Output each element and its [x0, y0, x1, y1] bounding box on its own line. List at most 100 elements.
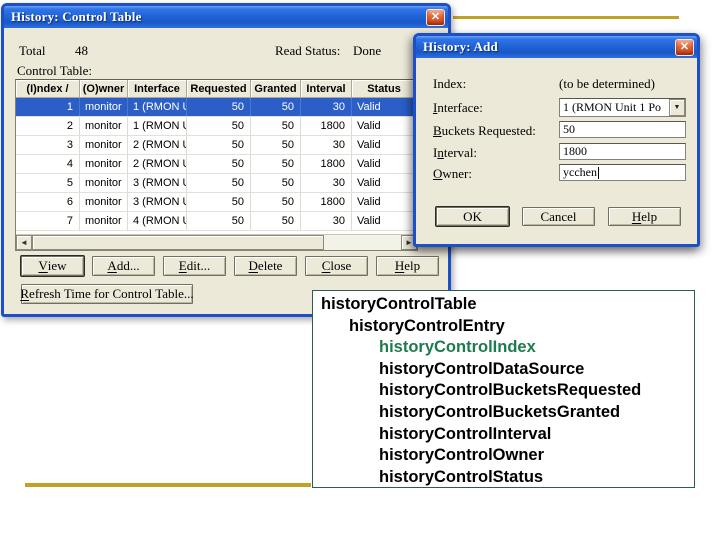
cell-status: Valid	[352, 212, 417, 230]
index-value: (to be determined)	[559, 76, 656, 91]
cell-index: 6	[16, 193, 80, 211]
cell-index: 4	[16, 155, 80, 173]
cell-index: 1	[16, 98, 80, 116]
cell-status: Valid	[352, 98, 417, 116]
cell-interval: 30	[301, 98, 352, 116]
cell-index: 3	[16, 136, 80, 154]
cell-owner: monitor	[80, 174, 128, 192]
cell-status: Valid	[352, 174, 417, 192]
buckets-requested-input[interactable]: 50	[559, 121, 686, 138]
cell-interval: 1800	[301, 117, 352, 135]
cell-requested: 50	[187, 174, 251, 192]
table-row[interactable]: 1 monitor 1 (RMON U 50 50 30 Valid	[16, 98, 417, 117]
interface-dropdown[interactable]: 1 (RMON Unit 1 Po ▼	[559, 98, 686, 117]
column-header-interface[interactable]: Interface	[128, 80, 187, 98]
owner-input[interactable]: ycchen	[559, 164, 686, 181]
cell-interface: 1 (RMON U	[128, 117, 187, 135]
horizontal-scrollbar[interactable]: ◄ ►	[16, 234, 417, 250]
edit-button[interactable]: Edit...	[163, 256, 226, 276]
refresh-time-button[interactable]: Refresh Time for Control Table...	[20, 284, 194, 304]
buckets-requested-label: Buckets Requested:	[433, 123, 536, 138]
cell-interval: 30	[301, 136, 352, 154]
help-button[interactable]: Help	[608, 207, 681, 226]
close-icon[interactable]: ✕	[426, 8, 445, 26]
titlebar-control-table[interactable]: History: Control Table ✕	[4, 6, 448, 28]
dialog-button-row: OK Cancel Help	[436, 207, 681, 226]
cell-status: Valid	[352, 155, 417, 173]
table-row[interactable]: 4 monitor 2 (RMON U 50 50 1800 Valid	[16, 155, 417, 174]
interval-label: Interval:	[433, 145, 478, 160]
column-header-granted[interactable]: Granted	[251, 80, 301, 98]
cell-granted: 50	[251, 117, 301, 135]
cell-requested: 50	[187, 98, 251, 116]
index-label: Index:	[433, 76, 467, 91]
add-button[interactable]: Add...	[92, 256, 155, 276]
cancel-button[interactable]: Cancel	[522, 207, 595, 226]
cell-granted: 50	[251, 98, 301, 116]
close-icon[interactable]: ✕	[675, 38, 694, 56]
delete-button[interactable]: Delete	[234, 256, 297, 276]
scrollbar-thumb[interactable]	[32, 235, 324, 250]
read-status-label: Read Status:	[275, 43, 341, 58]
mib-line: historyControlTable	[321, 295, 477, 313]
cell-granted: 50	[251, 155, 301, 173]
cell-requested: 50	[187, 136, 251, 154]
scroll-left-icon[interactable]: ◄	[16, 235, 32, 250]
table-row[interactable]: 5 monitor 3 (RMON U 50 50 30 Valid	[16, 174, 417, 193]
cell-index: 7	[16, 212, 80, 230]
scrollbar-track[interactable]	[324, 235, 401, 250]
cell-owner: monitor	[80, 155, 128, 173]
view-button[interactable]: View	[21, 256, 84, 276]
cell-interface: 2 (RMON U	[128, 155, 187, 173]
interface-value: 1 (RMON Unit 1 Po	[563, 100, 662, 114]
cell-index: 5	[16, 174, 80, 192]
cell-interval: 30	[301, 174, 352, 192]
window-control-table: History: Control Table ✕ Total 48 Read S…	[1, 3, 451, 317]
help-button[interactable]: Help	[376, 256, 439, 276]
table-row[interactable]: 2 monitor 1 (RMON U 50 50 1800 Valid	[16, 117, 417, 136]
mib-line-highlighted: historyControlIndex	[379, 338, 536, 357]
decor-line-top	[453, 16, 679, 19]
cell-granted: 50	[251, 174, 301, 192]
mib-line: historyControlStatus	[379, 467, 544, 486]
ok-button[interactable]: OK	[436, 207, 509, 226]
text-caret	[597, 166, 599, 179]
mib-line: historyControlDataSource	[379, 359, 585, 378]
cell-status: Valid	[352, 136, 417, 154]
button-row: View Add... Edit... Delete Close Help	[21, 256, 439, 276]
table-body: 1 monitor 1 (RMON U 50 50 30 Valid 2 mon…	[16, 98, 417, 234]
window-title: History: Add	[423, 39, 498, 54]
chevron-down-icon[interactable]: ▼	[669, 99, 685, 116]
cell-status: Valid	[352, 117, 417, 135]
interface-label: Interface:	[433, 100, 483, 115]
decor-line-bottom	[25, 483, 311, 487]
owner-label: Owner:	[433, 166, 472, 181]
mib-line: historyControlInterval	[379, 424, 552, 443]
cell-interface: 2 (RMON U	[128, 136, 187, 154]
column-header-interval[interactable]: Interval	[301, 80, 352, 98]
cell-requested: 50	[187, 155, 251, 173]
cell-owner: monitor	[80, 193, 128, 211]
window-history-add: History: Add ✕ Index: (to be determined)…	[413, 33, 700, 247]
cell-interface: 3 (RMON U	[128, 174, 187, 192]
cell-granted: 50	[251, 136, 301, 154]
cell-requested: 50	[187, 193, 251, 211]
mib-line: historyControlBucketsGranted	[379, 402, 621, 421]
column-header-requested[interactable]: Requested	[187, 80, 251, 98]
control-table-label: Control Table:	[17, 63, 93, 78]
table-header-row: (I)ndex / (O)wner Interface Requested Gr…	[16, 80, 417, 98]
cell-interface: 4 (RMON U	[128, 212, 187, 230]
titlebar-history-add[interactable]: History: Add ✕	[416, 36, 697, 58]
cell-owner: monitor	[80, 98, 128, 116]
column-header-status[interactable]: Status	[352, 80, 417, 98]
column-header-index[interactable]: (I)ndex /	[16, 80, 80, 98]
table-row[interactable]: 7 monitor 4 (RMON U 50 50 30 Valid	[16, 212, 417, 231]
close-button[interactable]: Close	[305, 256, 368, 276]
column-header-owner[interactable]: (O)wner	[80, 80, 128, 98]
mib-line: historyControlBucketsRequested	[379, 381, 642, 400]
cell-interval: 30	[301, 212, 352, 230]
table-row[interactable]: 6 monitor 3 (RMON U 50 50 1800 Valid	[16, 193, 417, 212]
slide-canvas: History: Control Table ✕ Total 48 Read S…	[0, 0, 720, 540]
interval-input[interactable]: 1800	[559, 143, 686, 160]
table-row[interactable]: 3 monitor 2 (RMON U 50 50 30 Valid	[16, 136, 417, 155]
